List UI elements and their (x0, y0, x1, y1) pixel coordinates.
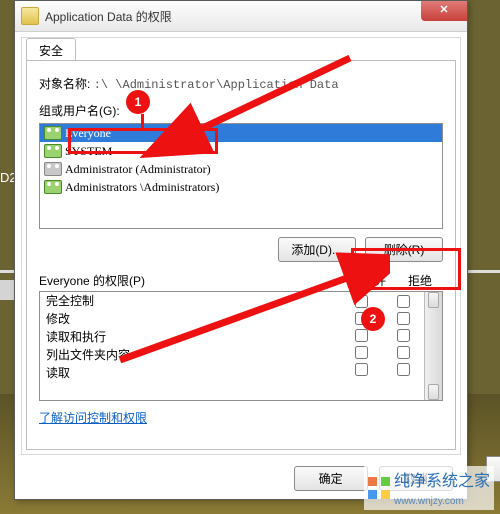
permissions-scrollbar[interactable] (424, 292, 442, 400)
allow-checkbox[interactable] (355, 328, 368, 343)
perm-item: 读取 (40, 364, 340, 382)
watermark-logo-icon (368, 477, 390, 499)
deny-checkbox[interactable] (397, 328, 410, 343)
allow-checkbox[interactable] (355, 294, 368, 309)
allow-checkbox[interactable] (355, 345, 368, 360)
user-icon (44, 162, 62, 176)
folder-icon (21, 7, 39, 25)
watermark: 纯净系统之家 www.wnjzy.com (364, 466, 494, 510)
watermark-url: www.wnjzy.com (394, 496, 464, 507)
deny-checkbox[interactable] (397, 294, 410, 309)
annotation-highlight-2 (351, 248, 461, 290)
window-title: Application Data 的权限 (45, 8, 461, 25)
user-item-label: Administrators \Administrators) (65, 180, 219, 195)
allow-checkbox[interactable] (355, 362, 368, 377)
watermark-text: 纯净系统之家 (394, 473, 490, 490)
client-area: 安全 对象名称: :\ \Administrator\Application D… (21, 37, 461, 455)
group-icon (44, 126, 62, 140)
group-icon (44, 144, 62, 158)
tab-security[interactable]: 安全 (26, 38, 76, 62)
learn-more-link[interactable]: 了解访问控制和权限 (39, 409, 147, 426)
object-name-value: :\ \Administrator\Application Data (94, 78, 339, 92)
deny-checkbox[interactable] (397, 311, 410, 326)
deny-column (382, 292, 424, 400)
perm-item: 完全控制 (40, 292, 340, 310)
annotation-callout-1: 1 (126, 90, 150, 114)
perm-item: 列出文件夹内容 (40, 346, 340, 364)
perm-item: 修改 (40, 310, 340, 328)
permissions-for-label: Everyone 的权限(P) (39, 272, 351, 289)
annotation-callout-2: 2 (361, 307, 385, 331)
add-button[interactable]: 添加(D)... (278, 237, 356, 262)
perm-item: 读取和执行 (40, 328, 340, 346)
deny-checkbox[interactable] (397, 362, 410, 377)
object-name-label: 对象名称: (39, 75, 90, 92)
permissions-listbox: 完全控制 修改 读取和执行 列出文件夹内容 读取 (39, 291, 443, 401)
ok-button[interactable]: 确定 (294, 466, 368, 491)
close-button[interactable]: ✕ (421, 1, 467, 21)
deny-checkbox[interactable] (397, 345, 410, 360)
titlebar[interactable]: Application Data 的权限 ✕ (15, 1, 467, 32)
group-icon (44, 180, 62, 194)
group-users-label: 组或用户名(G): (39, 102, 120, 119)
user-item-label: Administrator (Administrator) (65, 162, 211, 177)
user-item-administrators[interactable]: Administrators \Administrators) (40, 178, 442, 196)
bg-text-1: D2 (0, 170, 14, 190)
user-item-administrator[interactable]: Administrator (Administrator) (40, 160, 442, 178)
bg-text-2 (0, 280, 14, 300)
annotation-highlight-1 (68, 128, 218, 154)
